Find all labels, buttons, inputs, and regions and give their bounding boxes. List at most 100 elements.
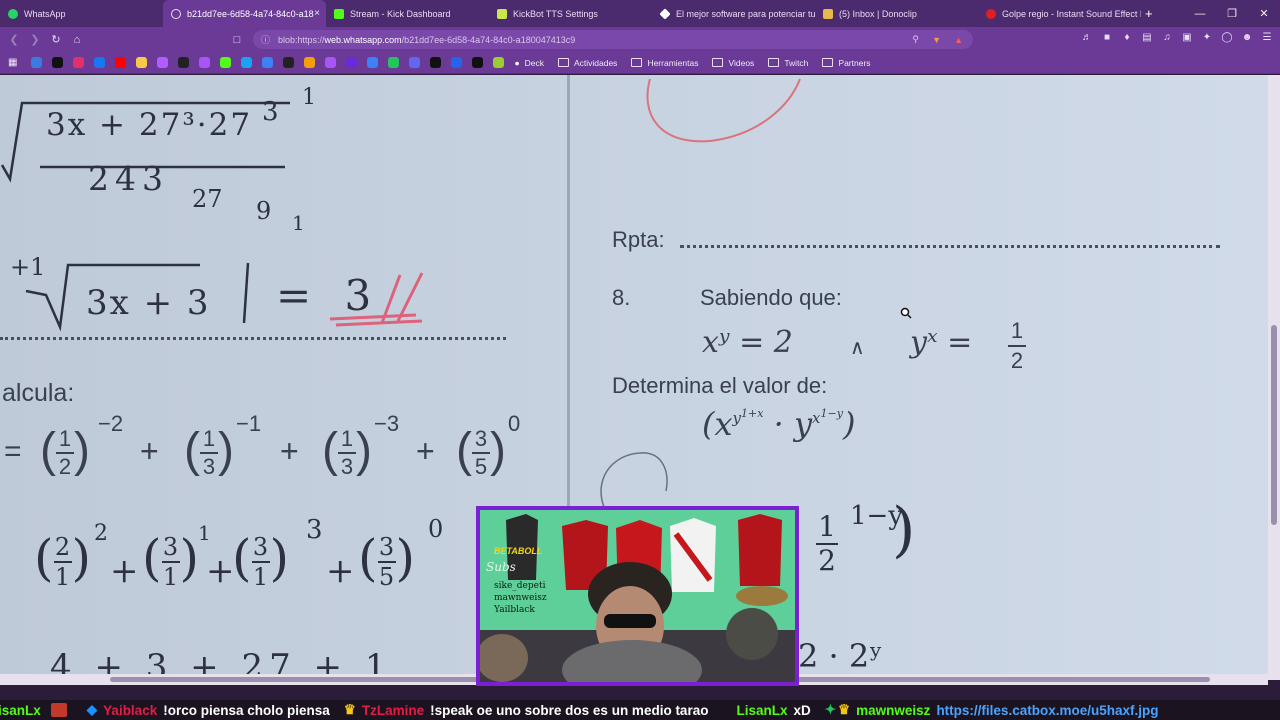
profile-icon[interactable]: ☻ — [1240, 32, 1254, 46]
chat-username: Yaiblack — [103, 702, 158, 718]
bookmark-favicon-icon[interactable] — [430, 57, 442, 68]
bookmark-folder-twitch[interactable]: Twitch — [768, 58, 808, 68]
close-icon[interactable]: × — [314, 8, 320, 19]
tab-kickbot-tts[interactable]: KickBot TTS Settings — [489, 0, 652, 27]
chat-item: isanLx — [0, 703, 73, 718]
plus: + — [140, 433, 159, 469]
url-field[interactable]: ⓘ blob:https://web.whatsapp.com/b21dd7ee… — [253, 30, 973, 49]
bookmark-deck[interactable]: ● Deck — [514, 58, 544, 68]
hw-bottom-term: 2 · 2ʸ — [798, 637, 883, 675]
close-window-button[interactable]: ✕ — [1248, 7, 1280, 20]
tab-kick-dashboard[interactable]: Stream - Kick Dashboard — [326, 0, 489, 27]
bookmark-folder-partners[interactable]: Partners — [822, 58, 871, 68]
tab-donoclip[interactable]: (5) Inbox | Donoclip — [815, 0, 978, 27]
tab-label: Stream - Kick Dashboard — [350, 8, 451, 19]
chat-message: xD — [793, 702, 811, 718]
bookmark-favicon-icon[interactable] — [262, 57, 274, 68]
brave-shield-icon[interactable]: ▼ — [932, 35, 941, 45]
tab-whatsapp[interactable]: WhatsApp — [0, 0, 163, 27]
bookmark-favicon-icon[interactable] — [451, 57, 463, 68]
bookmark-favicon-icon[interactable] — [115, 57, 127, 68]
webcam-overlay: BETABOLL Subs sike_depeti mawnweisz Yail… — [476, 506, 799, 686]
bookmark-favicon-icon[interactable] — [31, 57, 43, 68]
zoom-icon[interactable]: ⚲ — [912, 34, 919, 45]
bookmarks-bar: ▦ ● Deck Actividades Herramientas Videos … — [0, 52, 1280, 74]
bookmark-favicon-icon[interactable] — [283, 57, 295, 68]
chat-username: isanLx — [0, 702, 41, 718]
tab-software[interactable]: El mejor software para potenciar tu — [652, 0, 815, 27]
chat-username: LisanLx — [736, 702, 788, 718]
hw-exp-2: 1 — [198, 521, 211, 545]
vpn-icon[interactable]: ◯ — [1220, 32, 1234, 46]
menu-icon[interactable]: ☰ — [1260, 32, 1274, 46]
bookmark-label: Actividades — [573, 57, 618, 68]
bookmark-favicon-icon[interactable] — [325, 57, 337, 68]
audio-icon[interactable]: ♬ — [1080, 32, 1094, 46]
expression-row-2: (2 1) 2 + (3 1) 1 + (3 1) 3 + (3 5) 0 — [0, 515, 470, 615]
bookmark-favicon-icon[interactable] — [52, 57, 64, 68]
tab-blob-active[interactable]: b21dd7ee-6d58-4a74-84c0-a18 × — [163, 0, 326, 27]
bookmark-favicon-icon[interactable] — [493, 57, 505, 68]
diamond-icon — [659, 7, 671, 20]
bookmark-favicon-icon[interactable] — [178, 57, 190, 68]
minimize-button[interactable]: — — [1184, 8, 1216, 20]
bookmark-favicon-icon[interactable] — [367, 57, 379, 68]
leo-icon[interactable]: ✦ — [1200, 32, 1214, 46]
scroll-thumb[interactable] — [1271, 325, 1277, 525]
paren-group-3: (1 3) — [322, 424, 372, 480]
bookmark-icon[interactable]: □ — [227, 34, 247, 46]
bookmark-folder-actividades[interactable]: Actividades — [557, 57, 618, 68]
maximize-button[interactable]: ❐ — [1216, 7, 1248, 20]
bookmark-favicon-icon[interactable] — [199, 57, 211, 68]
bookmark-icons — [31, 57, 514, 68]
sidebar-icon[interactable]: ▤ — [1140, 32, 1154, 46]
home-icon[interactable]: ⌂ — [67, 34, 87, 46]
denominator: 1 — [161, 561, 180, 591]
hw-paren-2: (3 1) — [142, 529, 200, 591]
bookmark-favicon-icon[interactable] — [73, 57, 85, 68]
bookmark-favicon-icon[interactable] — [388, 57, 400, 68]
wallet-icon[interactable]: ▣ — [1180, 32, 1194, 46]
extension-icon[interactable]: ■ — [1100, 32, 1114, 46]
new-tab-button[interactable]: + — [1145, 6, 1153, 21]
kick-icon — [334, 8, 344, 19]
bookmark-favicon-icon[interactable] — [304, 57, 316, 68]
exponent-neg3: −3 — [374, 411, 400, 436]
forward-icon[interactable]: ❯ — [25, 33, 45, 46]
denominator: 5 — [471, 452, 490, 480]
question-number: 8. — [612, 285, 631, 310]
site-info-icon[interactable]: ⓘ — [261, 33, 270, 46]
red-mark — [329, 272, 424, 327]
bookmark-favicon-icon[interactable] — [409, 57, 421, 68]
bookmark-favicon-icon[interactable] — [157, 57, 169, 68]
whatsapp-icon — [8, 8, 18, 19]
crown-badge-icon: ♛ — [343, 702, 356, 717]
bookmark-favicon-icon[interactable] — [472, 57, 484, 68]
bookmark-favicon-icon[interactable] — [346, 57, 358, 68]
numerator: 1 — [202, 426, 216, 452]
tab-label: WhatsApp — [24, 8, 66, 19]
sabiendo-que: Sabiendo que: — [700, 285, 842, 310]
hw-paren-3: (3 1) — [232, 529, 290, 591]
chat-link[interactable]: https://files.catbox.moe/u5haxf.jpg — [936, 703, 1158, 718]
numerator: 1 — [340, 426, 354, 452]
exponent-neg1: −1 — [236, 411, 262, 436]
vertical-scrollbar[interactable] — [1268, 75, 1280, 680]
rpta-label: Rpta: — [612, 227, 665, 252]
brave-rewards-icon[interactable]: ▲ — [954, 35, 963, 45]
bookmark-favicon-icon[interactable] — [241, 57, 253, 68]
tab-golpe-regio[interactable]: Golpe regio - Instant Sound Effect B — [978, 0, 1141, 27]
bookmark-folder-herramientas[interactable]: Herramientas — [631, 58, 698, 68]
address-toolbar: ❮ ❯ ↻ ⌂ □ ⓘ blob:https://web.whatsapp.co… — [0, 27, 1280, 52]
bookmark-label: Videos — [728, 57, 755, 68]
reload-icon[interactable]: ↻ — [46, 33, 66, 46]
bookmark-favicon-icon[interactable] — [94, 57, 106, 68]
bookmark-folder-videos[interactable]: Videos — [712, 58, 754, 68]
bookmark-favicon-icon[interactable] — [220, 57, 232, 68]
bookmark-favicon-icon[interactable] — [136, 57, 148, 68]
back-icon[interactable]: ❮ — [4, 33, 24, 46]
media-icon[interactable]: ♫ — [1160, 32, 1174, 46]
apps-grid-icon[interactable]: ▦ — [8, 57, 17, 68]
folder-icon — [557, 58, 569, 67]
puzzle-icon[interactable]: ♦ — [1120, 32, 1134, 46]
